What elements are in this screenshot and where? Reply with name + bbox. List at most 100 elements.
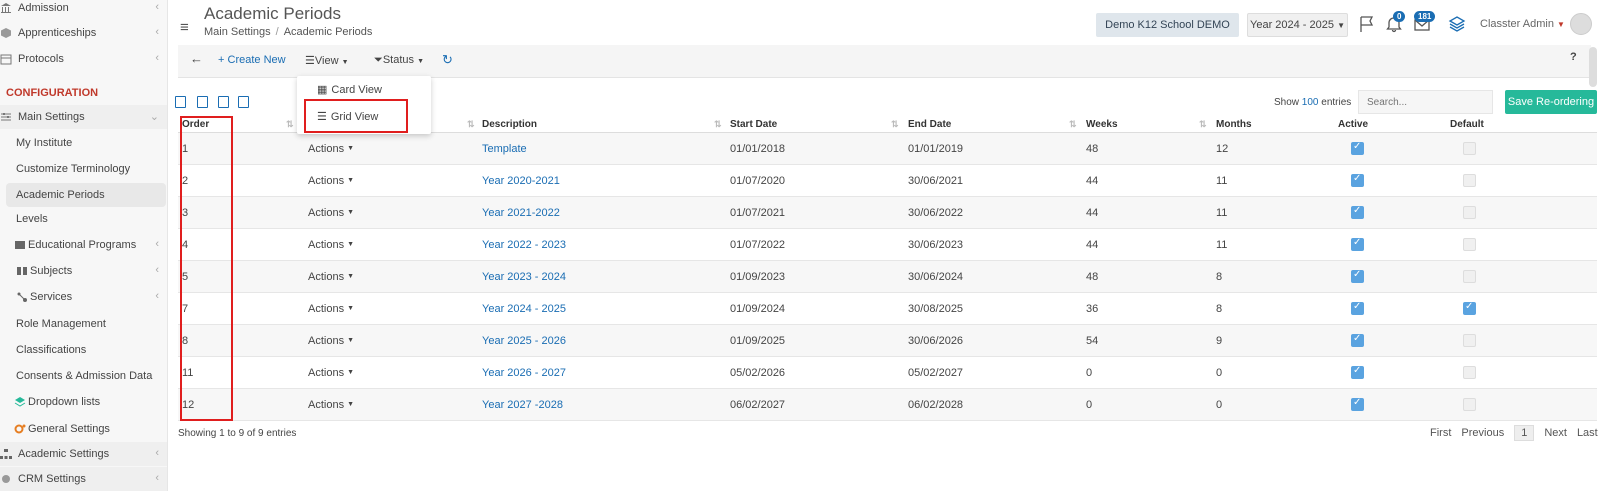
active-checkbox[interactable]	[1351, 333, 1364, 347]
description-link[interactable]: Year 2025 - 2026	[482, 325, 566, 356]
sidebar-item-consents[interactable]: Consents & Admission Data	[0, 364, 167, 388]
active-checkbox[interactable]	[1351, 141, 1364, 155]
create-new-button[interactable]: + Create New	[218, 54, 286, 66]
sort-icon[interactable]: ⇅	[1199, 119, 1207, 130]
description-link[interactable]: Template	[482, 133, 527, 164]
active-checkbox[interactable]	[1351, 301, 1364, 315]
status-dropdown-button[interactable]: ⏷Status ▼	[374, 54, 424, 67]
school-selector[interactable]: Demo K12 School DEMO	[1096, 13, 1239, 37]
default-checkbox[interactable]	[1463, 174, 1476, 187]
layers-plus-icon[interactable]	[1448, 15, 1468, 33]
sort-icon[interactable]: ⇅	[286, 119, 294, 130]
sidebar-item-general-settings[interactable]: General Settings	[0, 417, 167, 441]
sort-icon[interactable]: ⇅	[1069, 119, 1077, 130]
card-view-option[interactable]: ▦ Card View	[317, 83, 382, 97]
actions-dropdown[interactable]: Actions ▼	[308, 357, 354, 388]
column-header-weeks[interactable]: Weeks	[1086, 117, 1118, 132]
sidebar-item-role-management[interactable]: Role Management	[0, 312, 167, 336]
sidebar-item-dropdown-lists[interactable]: Dropdown lists	[0, 390, 167, 414]
default-checkbox[interactable]	[1463, 334, 1476, 347]
current-page[interactable]: 1	[1514, 425, 1535, 441]
breadcrumb-item[interactable]: Main Settings	[204, 26, 271, 38]
table-row[interactable]: 4 Actions ▼ Year 2022 - 2023 01/07/2022 …	[178, 229, 1597, 261]
help-button[interactable]: ?	[1570, 51, 1577, 63]
default-checkbox[interactable]	[1463, 398, 1476, 411]
user-menu[interactable]: Classter Admin ▼	[1480, 18, 1565, 30]
sidebar-item-apprenticeships[interactable]: Apprenticeships ‹	[0, 21, 167, 45]
actions-dropdown[interactable]: Actions ▼	[308, 261, 354, 292]
sidebar-item-levels[interactable]: Levels	[0, 207, 167, 231]
description-link[interactable]: Year 2023 - 2024	[482, 261, 566, 292]
sidebar-item-protocols[interactable]: Protocols ‹	[0, 47, 167, 71]
scrollbar[interactable]	[1589, 47, 1597, 87]
avatar[interactable]	[1570, 13, 1592, 35]
description-link[interactable]: Year 2027 -2028	[482, 389, 563, 420]
sidebar-item-academic-periods[interactable]: Academic Periods	[6, 183, 166, 207]
actions-dropdown[interactable]: Actions ▼	[308, 165, 354, 196]
next-page-button[interactable]: Next	[1544, 427, 1567, 439]
column-header-end-date[interactable]: End Date	[908, 117, 951, 132]
sidebar-item-my-institute[interactable]: My Institute	[0, 131, 167, 155]
active-checkbox[interactable]	[1351, 397, 1364, 411]
copy-icon[interactable]	[238, 96, 249, 108]
sidebar-item-crm-settings[interactable]: CRM Settings ‹	[0, 467, 167, 491]
flag-icon[interactable]	[1358, 15, 1378, 33]
print-icon[interactable]	[175, 96, 186, 108]
sort-icon[interactable]: ⇅	[891, 119, 899, 130]
first-page-button[interactable]: First	[1430, 427, 1451, 439]
default-checkbox[interactable]	[1463, 366, 1476, 379]
description-link[interactable]: Year 2020-2021	[482, 165, 560, 196]
default-checkbox[interactable]	[1463, 270, 1476, 283]
description-link[interactable]: Year 2026 - 2027	[482, 357, 566, 388]
default-checkbox[interactable]	[1463, 238, 1476, 251]
column-header-active[interactable]: Active	[1338, 117, 1368, 132]
menu-toggle-icon[interactable]: ≡	[180, 19, 189, 36]
description-link[interactable]: Year 2022 - 2023	[482, 229, 566, 260]
view-dropdown-button[interactable]: ☰View ▼	[305, 54, 349, 67]
sidebar-item-educational-programs[interactable]: Educational Programs ‹	[0, 233, 167, 257]
back-arrow-icon[interactable]: ←	[190, 51, 203, 66]
sort-icon[interactable]: ⇅	[467, 119, 475, 130]
column-header-months[interactable]: Months	[1216, 117, 1252, 132]
actions-dropdown[interactable]: Actions ▼	[308, 197, 354, 228]
active-checkbox[interactable]	[1351, 269, 1364, 283]
entries-count-select[interactable]: 100	[1302, 97, 1319, 108]
sort-icon[interactable]: ⇅	[714, 119, 722, 130]
table-row[interactable]: 2 Actions ▼ Year 2020-2021 01/07/2020 30…	[178, 165, 1597, 197]
table-row[interactable]: 3 Actions ▼ Year 2021-2022 01/07/2021 30…	[178, 197, 1597, 229]
column-header-default[interactable]: Default	[1450, 117, 1484, 132]
active-checkbox[interactable]	[1351, 237, 1364, 251]
table-row[interactable]: 11 Actions ▼ Year 2026 - 2027 05/02/2026…	[178, 357, 1597, 389]
sidebar-item-services[interactable]: Services ‹	[0, 285, 167, 309]
sidebar-item-academic-settings[interactable]: Academic Settings ‹	[0, 442, 167, 466]
actions-dropdown[interactable]: Actions ▼	[308, 229, 354, 260]
sidebar-item-classifications[interactable]: Classifications	[0, 338, 167, 362]
sidebar-item-main-settings[interactable]: Main Settings ⌄	[0, 105, 167, 129]
table-row[interactable]: 1 Actions ▼ Template 01/01/2018 01/01/20…	[178, 133, 1597, 165]
actions-dropdown[interactable]: Actions ▼	[308, 325, 354, 356]
active-checkbox[interactable]	[1351, 365, 1364, 379]
default-checkbox[interactable]	[1463, 142, 1476, 155]
pdf-icon[interactable]	[218, 96, 229, 108]
column-header-start-date[interactable]: Start Date	[730, 117, 777, 132]
csv-icon[interactable]	[197, 96, 208, 108]
year-selector[interactable]: Year 2024 - 2025 ▼	[1247, 13, 1348, 37]
previous-page-button[interactable]: Previous	[1461, 427, 1504, 439]
table-row[interactable]: 8 Actions ▼ Year 2025 - 2026 01/09/2025 …	[178, 325, 1597, 357]
table-row[interactable]: 12 Actions ▼ Year 2027 -2028 06/02/2027 …	[178, 389, 1597, 421]
save-reordering-button[interactable]: Save Re-ordering	[1505, 90, 1597, 114]
active-checkbox[interactable]	[1351, 205, 1364, 219]
actions-dropdown[interactable]: Actions ▼	[308, 133, 354, 164]
actions-dropdown[interactable]: Actions ▼	[308, 293, 354, 324]
table-row[interactable]: 5 Actions ▼ Year 2023 - 2024 01/09/2023 …	[178, 261, 1597, 293]
sidebar-item-admission[interactable]: Admission ‹	[0, 0, 167, 20]
sidebar-item-customize-terminology[interactable]: Customize Terminology	[0, 157, 167, 181]
default-checkbox[interactable]	[1463, 206, 1476, 219]
sidebar-item-subjects[interactable]: Subjects ‹	[0, 259, 167, 283]
column-header-description[interactable]: Description	[482, 117, 537, 132]
active-checkbox[interactable]	[1351, 173, 1364, 187]
description-link[interactable]: Year 2021-2022	[482, 197, 560, 228]
search-input[interactable]	[1358, 90, 1493, 114]
refresh-icon[interactable]: ↻	[442, 52, 453, 68]
last-page-button[interactable]: Last	[1577, 427, 1598, 439]
